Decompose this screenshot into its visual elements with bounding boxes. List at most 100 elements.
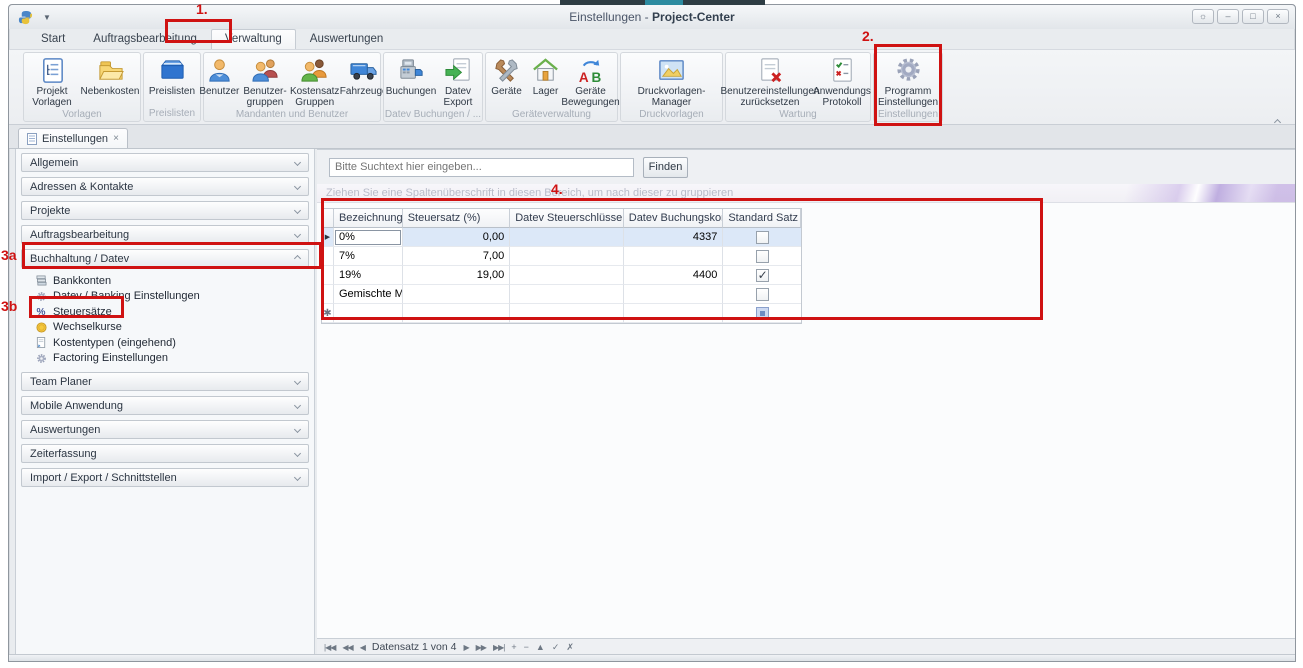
button-label: Fahrzeuge <box>340 86 388 97</box>
sidebar-item-kostentypen-eingehend[interactable]: Kostentypen (eingehend) <box>36 335 314 351</box>
ribbon-group-mandanten-und-benutzer: Benutzer Benutzer-gruppen Kostensatz Gru… <box>203 52 381 122</box>
group-label: Wartung <box>726 109 870 121</box>
record-count-text: Datensatz 1 von 4 <box>372 641 457 653</box>
nav-prev-page-icon[interactable]: ◀◀ <box>342 643 352 652</box>
project-template-icon <box>38 56 67 85</box>
ribbon-group-preislisten: Preislisten Preislisten <box>143 52 201 122</box>
sidebar-section-team-planer[interactable]: Team Planer <box>21 372 309 391</box>
sidebar-item-factoring-einstellungen[interactable]: Factoring Einstellungen <box>36 351 314 367</box>
buchungen-button[interactable]: Buchungen <box>386 55 436 98</box>
document-tab-einstellungen[interactable]: Einstellungen × <box>18 128 128 148</box>
nav-last-icon[interactable]: ▶▶| <box>493 643 504 652</box>
fahrzeuge-button[interactable]: Fahrzeuge <box>341 55 387 98</box>
settings-sidebar: Allgemein Adressen & Kontakte Projekte A… <box>15 149 315 655</box>
annotation-box-3a <box>22 242 322 269</box>
nav-next-icon[interactable]: ▶ <box>464 643 469 652</box>
document-tab-label: Einstellungen <box>42 133 108 145</box>
nav-append-icon[interactable]: + <box>511 642 516 652</box>
svg-text:A: A <box>579 70 589 85</box>
ab-movement-icon: AB <box>576 56 605 85</box>
annotation-label-3b: 3b <box>1 298 17 314</box>
group-label: Preislisten <box>144 108 200 121</box>
sidebar-item-bankkonten[interactable]: Bankkonten <box>36 273 314 289</box>
ribbon-group-vorlagen: Projekt Vorlagen Nebenkosten Vorlagen <box>23 52 141 122</box>
status-bar <box>9 654 1295 661</box>
log-document-icon <box>828 56 857 85</box>
benutzergruppen-button[interactable]: Benutzer-gruppen <box>241 55 288 109</box>
tab-auswertungen[interactable]: Auswertungen <box>296 29 398 49</box>
button-label: Benutzer <box>199 86 239 97</box>
screenshot-edge-artifact <box>560 0 765 5</box>
sidebar-section-allgemein[interactable]: Allgemein <box>21 153 309 172</box>
projekt-vorlagen-button[interactable]: Projekt Vorlagen <box>24 55 80 109</box>
svg-text:B: B <box>591 70 601 85</box>
annotation-box-4 <box>321 198 1043 320</box>
ribbon-collapse-button[interactable] <box>1275 112 1285 120</box>
nav-accept-icon[interactable]: ✓ <box>552 642 560 653</box>
document-tab-strip: Einstellungen × <box>9 125 1295 149</box>
geraete-button[interactable]: Geräte <box>487 55 527 98</box>
button-label: Benutzereinstellungen zurücksetzen <box>721 86 820 108</box>
banknotes-icon <box>36 275 47 286</box>
nav-first-icon[interactable]: |◀◀ <box>324 643 335 652</box>
warehouse-icon <box>531 56 560 85</box>
button-label: Lager <box>533 86 559 97</box>
button-label: Druckvorlagen-Manager <box>624 86 720 108</box>
nav-next-page-icon[interactable]: ▶▶ <box>476 643 486 652</box>
user-icon <box>205 56 234 85</box>
sidebar-section-projekte[interactable]: Projekte <box>21 201 309 220</box>
minimize-button[interactable]: – <box>1217 9 1239 24</box>
nebenkosten-button[interactable]: Nebenkosten <box>80 55 140 98</box>
nav-cancel-icon[interactable]: ✗ <box>566 642 574 653</box>
sidebar-item-wechselkurse[interactable]: Wechselkurse <box>36 320 314 336</box>
sidebar-section-adressen-kontakte[interactable]: Adressen & Kontakte <box>21 177 309 196</box>
lager-button[interactable]: Lager <box>527 55 565 98</box>
ribbon-group-geraeteverwaltung: Geräte Lager AB Geräte Bewegungen Geräte… <box>485 52 618 122</box>
search-input[interactable] <box>329 158 634 177</box>
search-row: Finden <box>317 150 1295 184</box>
document-pencil-icon <box>36 337 47 348</box>
nav-delete-icon[interactable]: − <box>524 642 529 652</box>
nav-edit-icon[interactable]: ▲ <box>536 642 545 652</box>
benutzer-button[interactable]: Benutzer <box>197 55 241 98</box>
tab-start[interactable]: Start <box>27 29 79 49</box>
maximize-button[interactable]: □ <box>1242 9 1264 24</box>
sidebar-section-zeiterfassung[interactable]: Zeiterfassung <box>21 444 309 463</box>
style-selector-button[interactable]: ☼ <box>1192 9 1214 24</box>
ribbon-group-datev-buchungen: Buchungen Datev Export Datev Buchungen /… <box>383 52 483 122</box>
geraete-bewegungen-button[interactable]: AB Geräte Bewegungen <box>565 55 617 109</box>
close-button[interactable]: × <box>1267 9 1289 24</box>
button-label: Preislisten <box>149 86 195 97</box>
tools-icon <box>492 56 521 85</box>
annotation-label-1: 1. <box>196 1 208 17</box>
druckvorlagen-manager-button[interactable]: Druckvorlagen-Manager <box>622 55 722 109</box>
sidebar-section-import-export-schnittstellen[interactable]: Import / Export / Schnittstellen <box>21 468 309 487</box>
sidebar-section-auswertungen[interactable]: Auswertungen <box>21 420 309 439</box>
datev-export-button[interactable]: Datev Export <box>436 55 480 109</box>
button-label: Geräte <box>491 86 522 97</box>
group-label: Vorlagen <box>24 109 140 121</box>
nav-prev-icon[interactable]: ◀ <box>360 643 365 652</box>
export-arrow-icon <box>444 56 473 85</box>
picture-icon <box>657 56 686 85</box>
button-label: Nebenkosten <box>81 86 140 97</box>
annotation-label-4: 4. <box>551 181 563 197</box>
sidebar-section-mobile-anwendung[interactable]: Mobile Anwendung <box>21 396 309 415</box>
group-label: Datev Buchungen / ... <box>384 109 482 121</box>
gear-icon <box>36 353 47 364</box>
page: ▼ Einstellungen - Project-Center ☼ – □ ×… <box>0 0 1303 668</box>
anwendungs-protokoll-button[interactable]: Anwendungs Protokoll <box>814 55 870 109</box>
truck-icon <box>349 56 378 85</box>
preislisten-button[interactable]: Preislisten <box>144 55 200 98</box>
document-tab-close-icon[interactable]: × <box>113 133 119 144</box>
button-label: Geräte Bewegungen <box>561 86 619 108</box>
ribbon-group-wartung: Benutzereinstellungen zurücksetzen Anwen… <box>725 52 871 122</box>
find-button[interactable]: Finden <box>643 157 688 178</box>
button-label: Kostensatz Gruppen <box>290 86 339 108</box>
group-label: Geräteverwaltung <box>486 109 617 121</box>
annotation-label-2: 2. <box>862 28 874 44</box>
button-label: Buchungen <box>386 86 437 97</box>
kostensatz-gruppen-button[interactable]: Kostensatz Gruppen <box>289 55 341 109</box>
benutzereinstellungen-zuruecksetzen-button[interactable]: Benutzereinstellungen zurücksetzen <box>726 55 814 109</box>
ribbon-group-druckvorlagen: Druckvorlagen-Manager Druckvorlagen <box>620 52 723 122</box>
